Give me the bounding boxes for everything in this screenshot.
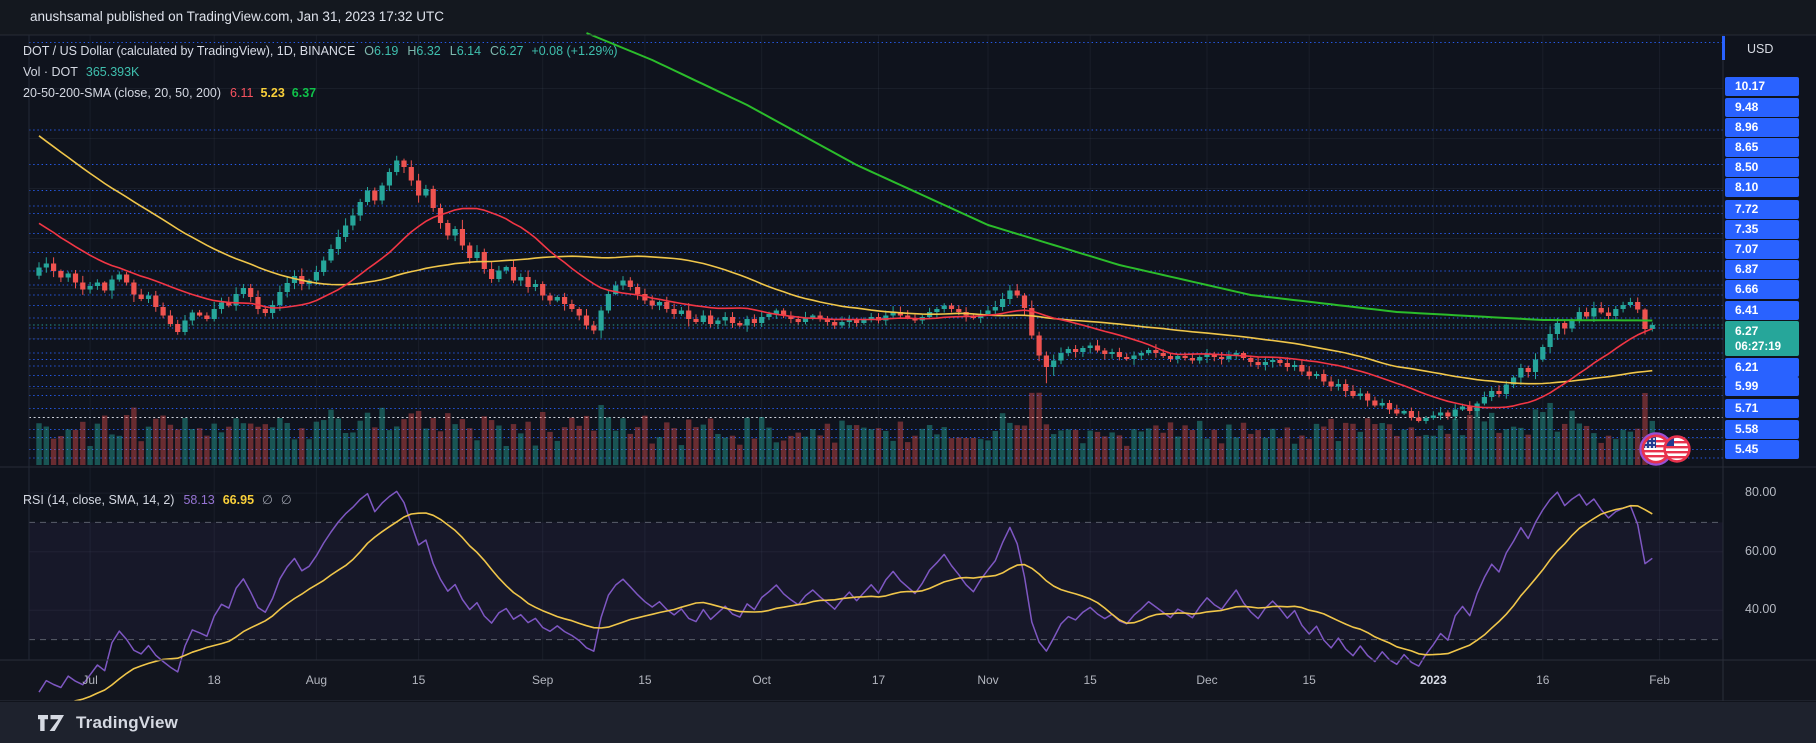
tradingview-logo-icon[interactable] (36, 713, 66, 733)
tradingview-brand[interactable]: TradingView (76, 713, 178, 733)
tradingview-published-chart: anushsamal published on TradingView.com,… (0, 0, 1816, 743)
chart-canvas[interactable] (0, 0, 1816, 743)
footer-bar: TradingView (0, 701, 1816, 743)
us-flag-watermark (1641, 434, 1691, 465)
